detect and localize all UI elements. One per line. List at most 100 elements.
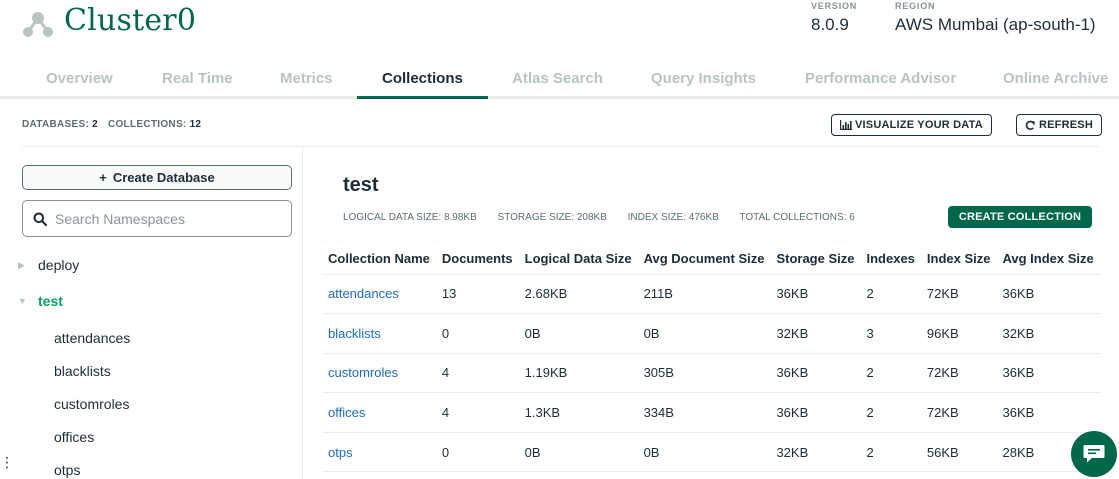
bar-chart-icon xyxy=(840,120,852,130)
logical-data-size: LOGICAL DATA SIZE: 8.98KB xyxy=(343,212,477,223)
sidebar-collection-attendances[interactable]: attendances xyxy=(54,330,130,346)
chat-button[interactable] xyxy=(1071,431,1117,477)
col-header: Avg Index Size xyxy=(996,244,1100,275)
region-block: REGION AWS Mumbai (ap-south-1) xyxy=(895,1,1096,35)
refresh-icon xyxy=(1025,120,1035,130)
sidebar-divider xyxy=(302,147,303,479)
table-cell: 36KB xyxy=(770,274,861,315)
sidebar-collection-customroles[interactable]: customroles xyxy=(54,396,129,412)
storage-size: STORAGE SIZE: 208KB xyxy=(497,212,607,223)
collection-link[interactable]: attendances xyxy=(328,286,399,301)
collection-link[interactable]: offices xyxy=(328,405,365,420)
tab-performance-advisor[interactable]: Performance Advisor xyxy=(805,70,956,87)
col-header: Documents xyxy=(435,244,519,275)
create-database-label: Create Database xyxy=(112,170,215,185)
search-namespaces-input[interactable] xyxy=(55,210,275,227)
collection-link[interactable]: blacklists xyxy=(328,326,381,341)
table-cell: 0B xyxy=(637,313,771,354)
cluster-stats: DATABASES: 2 COLLECTIONS: 12 xyxy=(22,119,211,130)
table-cell: 96KB xyxy=(920,313,997,354)
collapse-handle-icon[interactable]: ⋮ xyxy=(0,454,14,471)
refresh-label: REFRESH xyxy=(1039,119,1093,131)
table-row: otps 0 0B 0B 32KB 2 56KB 28KB xyxy=(322,432,1100,473)
table-header-row: Collection Name Documents Logical Data S… xyxy=(322,244,1100,275)
table-cell: 32KB xyxy=(996,313,1100,354)
table-cell: 0B xyxy=(518,432,638,473)
refresh-button[interactable]: REFRESH xyxy=(1016,114,1102,136)
version-block: VERSION 8.0.9 xyxy=(811,1,857,35)
sidebar-db-test[interactable]: ▼ test xyxy=(18,293,63,309)
table-cell: 0B xyxy=(637,432,771,473)
collections-label: COLLECTIONS: xyxy=(107,119,187,130)
col-header: Index Size xyxy=(920,244,997,275)
table-cell: 2 xyxy=(860,432,921,473)
table-cell: 2.68KB xyxy=(518,274,638,315)
table-cell: 4 xyxy=(435,392,519,433)
tab-overview[interactable]: Overview xyxy=(46,70,113,87)
table-cell: 2 xyxy=(860,353,921,394)
table-cell: 3 xyxy=(860,313,921,354)
table-cell: 36KB xyxy=(996,392,1100,433)
search-icon xyxy=(33,212,47,226)
collections-table: Collection Name Documents Logical Data S… xyxy=(322,244,1100,473)
cluster-icon xyxy=(23,12,53,37)
col-header: Avg Document Size xyxy=(637,244,771,275)
table-cell: 36KB xyxy=(996,274,1100,315)
sidebar-collection-otps[interactable]: otps xyxy=(54,462,80,478)
create-collection-button[interactable]: CREATE COLLECTION xyxy=(948,206,1092,228)
total-collections: TOTAL COLLECTIONS: 6 xyxy=(739,212,855,223)
caret-down-icon: ▼ xyxy=(18,296,27,306)
table-cell: 1.19KB xyxy=(518,353,638,394)
table-cell: 36KB xyxy=(996,353,1100,394)
tab-atlas-search[interactable]: Atlas Search xyxy=(512,70,603,87)
table-row: offices 4 1.3KB 334B 36KB 2 72KB 36KB xyxy=(322,392,1100,433)
table-cell: 0 xyxy=(435,432,519,473)
table-cell: 0 xyxy=(435,313,519,354)
col-header: Storage Size xyxy=(770,244,861,275)
table-cell: 36KB xyxy=(770,392,861,433)
version-value: 8.0.9 xyxy=(811,15,849,34)
table-cell: 32KB xyxy=(770,432,861,473)
table-cell: 305B xyxy=(637,353,771,394)
tab-online-archive[interactable]: Online Archive xyxy=(1003,70,1108,87)
tab-real-time[interactable]: Real Time xyxy=(162,70,233,87)
collection-link[interactable]: customroles xyxy=(328,365,398,380)
visualize-data-button[interactable]: VISUALIZE YOUR DATA xyxy=(831,114,992,136)
version-label: VERSION xyxy=(811,1,858,11)
tab-bar: Overview Real Time Metrics Collections A… xyxy=(0,62,1119,99)
collection-link[interactable]: otps xyxy=(328,445,353,460)
region-value: AWS Mumbai (ap-south-1) xyxy=(895,15,1096,34)
active-tab-indicator xyxy=(357,96,488,99)
sidebar-collection-offices[interactable]: offices xyxy=(54,429,94,445)
table-cell: 211B xyxy=(637,274,771,315)
table-cell: 36KB xyxy=(770,353,861,394)
divider xyxy=(22,146,1099,147)
visualize-data-label: VISUALIZE YOUR DATA xyxy=(855,119,983,131)
chat-icon xyxy=(1083,445,1105,463)
table-cell: 72KB xyxy=(920,274,997,315)
table-cell: 4 xyxy=(435,353,519,394)
index-size: INDEX SIZE: 476KB xyxy=(627,212,719,223)
table-cell: 72KB xyxy=(920,353,997,394)
sidebar-db-deploy[interactable]: ▶ deploy xyxy=(18,257,79,273)
table-cell: 72KB xyxy=(920,392,997,433)
caret-right-icon: ▶ xyxy=(18,259,25,270)
col-header: Collection Name xyxy=(322,244,436,275)
table-cell: 0B xyxy=(518,313,638,354)
db-name: deploy xyxy=(38,257,80,273)
table-cell: 2 xyxy=(860,392,921,433)
tab-metrics[interactable]: Metrics xyxy=(280,70,333,87)
table-cell: 32KB xyxy=(770,313,861,354)
table-row: customroles 4 1.19KB 305B 36KB 2 72KB 36… xyxy=(322,353,1100,394)
tab-collections[interactable]: Collections xyxy=(382,70,463,87)
table-cell: 56KB xyxy=(920,432,997,473)
create-database-button[interactable]: + Create Database xyxy=(22,165,292,190)
database-stats: LOGICAL DATA SIZE: 8.98KB STORAGE SIZE: … xyxy=(343,212,873,223)
col-header: Logical Data Size xyxy=(518,244,638,275)
table-cell: 1.3KB xyxy=(518,392,638,433)
sidebar-collection-blacklists[interactable]: blacklists xyxy=(54,363,111,379)
databases-label: DATABASES: xyxy=(22,119,90,130)
region-label: REGION xyxy=(895,1,936,11)
table-cell: 13 xyxy=(435,274,519,315)
tab-query-insights[interactable]: Query Insights xyxy=(651,70,756,87)
